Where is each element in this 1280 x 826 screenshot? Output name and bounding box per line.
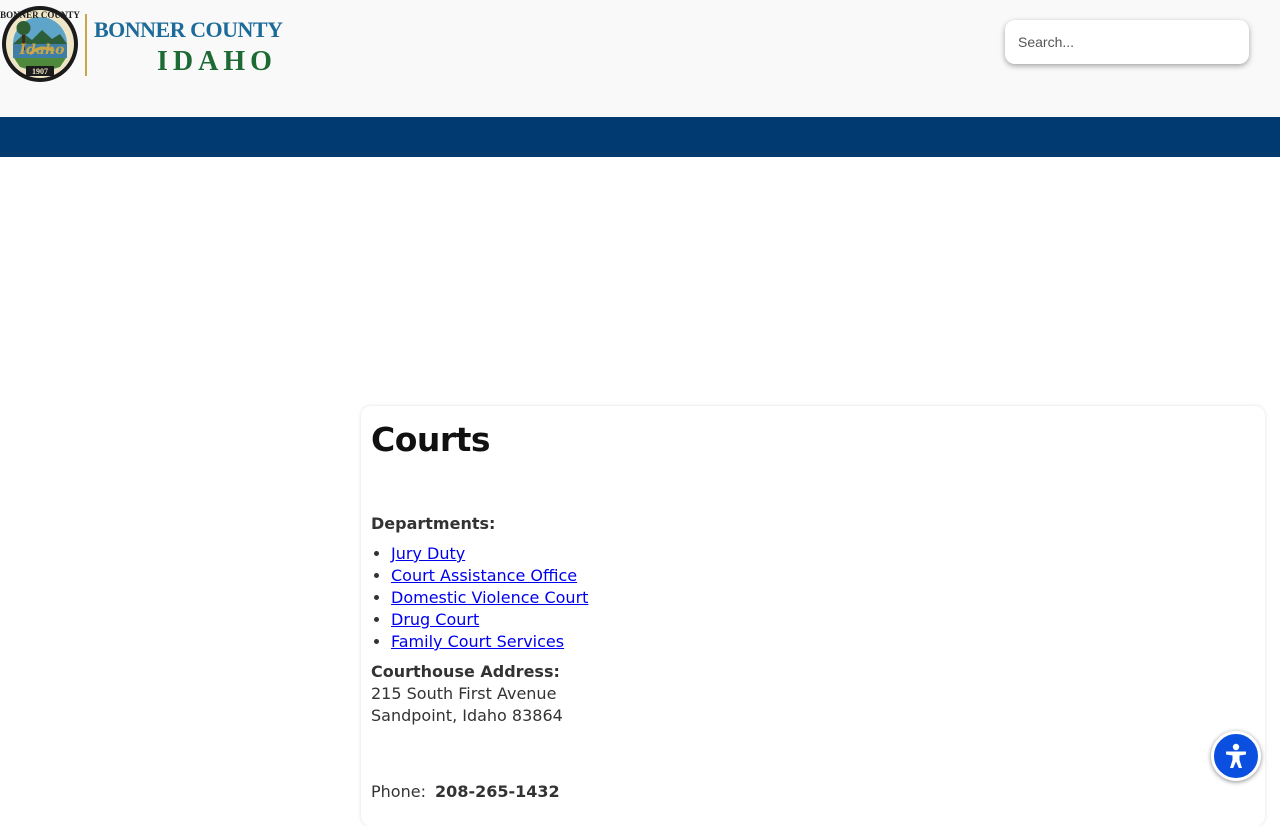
phone-number: 208-265-1432	[435, 782, 560, 801]
link-court-assistance-office[interactable]: Court Assistance Office	[391, 566, 577, 585]
page-title: Courts	[371, 420, 491, 459]
site-header: BONNER COUNTY Idaho 1907 BONNER COUNTY I…	[0, 0, 1280, 117]
list-item: Family Court Services	[391, 631, 1251, 653]
list-item: Court Assistance Office	[391, 565, 1251, 587]
logo-wordmark-county: BONNER COUNTY	[94, 17, 283, 42]
accessibility-person-icon	[1226, 743, 1246, 768]
main-navigation-bar	[0, 117, 1280, 157]
departments-list: Jury Duty Court Assistance Office Domest…	[371, 543, 1251, 653]
link-domestic-violence-court[interactable]: Domestic Violence Court	[391, 588, 588, 607]
list-item: Drug Court	[391, 609, 1251, 631]
logo-wordmark-state: IDAHO	[157, 46, 277, 77]
list-item: Jury Duty	[391, 543, 1251, 565]
accessibility-button[interactable]	[1211, 731, 1261, 781]
list-item: Domestic Violence Court	[391, 587, 1251, 609]
courts-content: Departments: Jury Duty Court Assistance …	[371, 513, 1251, 803]
link-jury-duty[interactable]: Jury Duty	[391, 544, 465, 563]
link-drug-court[interactable]: Drug Court	[391, 610, 479, 629]
address-label: Courthouse Address:	[371, 662, 560, 681]
search-input[interactable]	[1005, 20, 1249, 64]
phone-label: Phone:	[371, 782, 426, 801]
link-family-court-services[interactable]: Family Court Services	[391, 632, 564, 651]
seal-script-text: Idaho	[19, 42, 65, 58]
seal-ring-text: BONNER COUNTY	[0, 10, 80, 20]
address-line-1: 215 South First Avenue	[371, 684, 557, 703]
logo-divider	[85, 14, 87, 76]
seal-year: 1907	[32, 67, 48, 76]
search-box	[1005, 20, 1249, 64]
departments-label: Departments:	[371, 514, 496, 533]
bonner-county-logo[interactable]: BONNER COUNTY Idaho 1907 BONNER COUNTY I…	[0, 4, 290, 86]
address-line-2: Sandpoint, Idaho 83864	[371, 706, 563, 725]
